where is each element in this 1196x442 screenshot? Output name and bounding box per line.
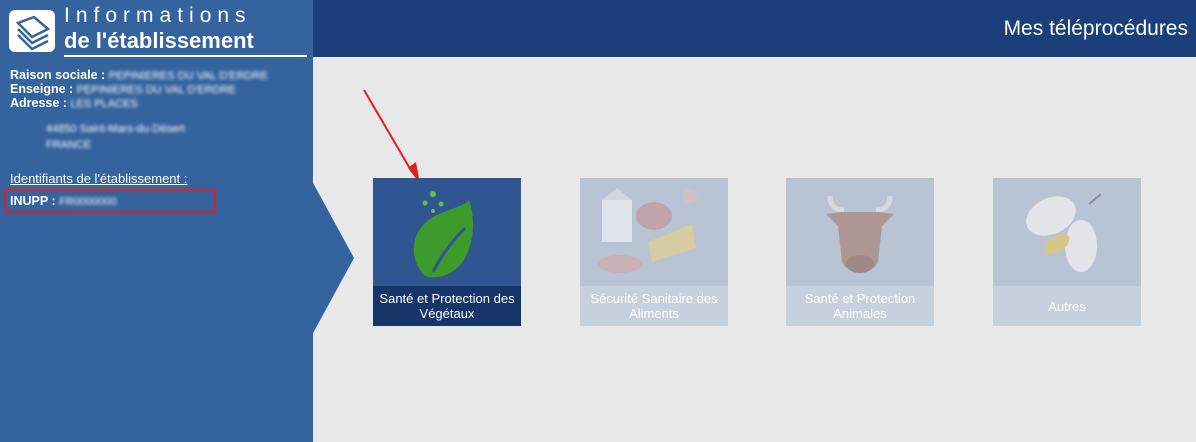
adresse-line2-row: 44850 Saint-Mars-du-Désert (46, 121, 185, 136)
inupp-value: FR0000000 (59, 196, 117, 208)
identifiants-title: Identifiants de l'établissement : (10, 171, 188, 186)
adresse-line3-row: FRANCE (46, 137, 91, 152)
leaf-icon (413, 191, 473, 278)
title-divider (64, 55, 307, 57)
sidebar-title-line1: Informations (64, 4, 252, 27)
tile-securite-sanitaire-aliments[interactable]: Sécurité Sanitaire des Aliments (580, 178, 728, 326)
enseigne-row: Enseigne : PEPINIERES DU VAL D'ERDRE (10, 82, 236, 97)
tile-label: Santé et Protection des Végétaux (373, 286, 521, 326)
adresse-label: Adresse : (10, 96, 67, 110)
adresse-line2: 44850 Saint-Mars-du-Désert (46, 123, 185, 135)
cow-icon (826, 195, 894, 273)
adresse-row: Adresse : LES PLACES (10, 96, 138, 111)
tile-autres[interactable]: Autres (993, 178, 1141, 326)
establishment-logo-icon (9, 10, 55, 52)
inupp-row: INUPP : FR0000000 (10, 194, 117, 208)
top-header: Mes téléprocédures (313, 0, 1196, 57)
sidebar-pointer (312, 181, 354, 335)
tile-sante-protection-animales[interactable]: Santé et Protection Animales (786, 178, 934, 326)
tile-sante-protection-vegetaux[interactable]: Santé et Protection des Végétaux (373, 178, 521, 326)
page-title: Mes téléprocédures (1003, 17, 1188, 40)
enseigne-label: Enseigne : (10, 82, 74, 96)
bee-icon (1026, 193, 1102, 272)
adresse-line1: LES PLACES (70, 98, 138, 110)
food-icon (598, 188, 697, 273)
sidebar-title-line2: de l'établissement (64, 28, 254, 53)
raison-sociale-value: PEPINIERES DU VAL D'ERDRE (108, 70, 268, 82)
raison-sociale-label: Raison sociale : (10, 68, 106, 82)
establishment-sidebar: Informations de l'établissement Raison s… (0, 0, 313, 442)
enseigne-value: PEPINIERES DU VAL D'ERDRE (76, 84, 236, 96)
tile-label: Santé et Protection Animales (786, 286, 934, 326)
inupp-label: INUPP : (10, 194, 56, 208)
adresse-line3: FRANCE (46, 139, 92, 151)
raison-sociale-row: Raison sociale : PEPINIERES DU VAL D'ERD… (10, 68, 268, 83)
annotation-arrow-icon (363, 89, 420, 184)
tile-label: Autres (993, 286, 1141, 326)
tile-label: Sécurité Sanitaire des Aliments (580, 286, 728, 326)
